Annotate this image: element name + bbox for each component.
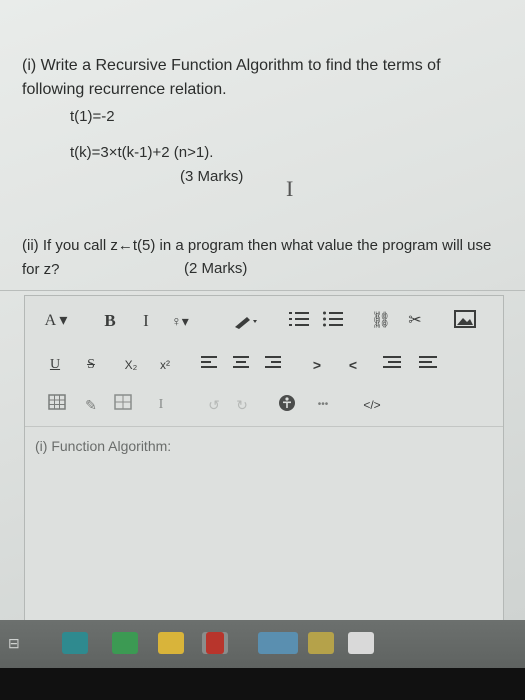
font-color-button[interactable]: ♀▾ (165, 310, 195, 332)
ltr-button[interactable] (417, 354, 439, 376)
html-source-button[interactable]: </> (359, 394, 385, 416)
taskbar-app-2[interactable] (112, 632, 138, 654)
bullet-list-button[interactable] (321, 310, 345, 332)
italic-button[interactable]: I (137, 310, 155, 332)
accessibility-icon (279, 395, 295, 411)
numbered-list-button[interactable] (287, 310, 311, 332)
superscript-button[interactable]: x² (153, 354, 177, 376)
font-label: A (44, 312, 56, 329)
chevron-right-icon: > (312, 357, 322, 373)
answer-editor[interactable]: A ▾ B I ♀▾ ⛓ ✂ U S X₂ x² > < ✎ I ↺ ↻ •••… (24, 295, 504, 627)
lightbulb-icon: ♀ (171, 313, 182, 329)
font-format-button[interactable]: A ▾ (39, 310, 73, 332)
bullet-list-icon (323, 311, 343, 327)
unlink-button[interactable]: ✂ (403, 310, 427, 332)
taskbar-app-1[interactable] (62, 632, 88, 654)
text-cursor-icon: I (286, 176, 294, 201)
link-button[interactable]: ⛓ (369, 310, 393, 332)
dropdown-arrow-icon: ▾ (55, 312, 68, 329)
align-right-icon (265, 356, 281, 368)
outdent-button[interactable]: < (345, 354, 361, 376)
subscript-button[interactable]: X₂ (119, 354, 143, 376)
task-view-icon[interactable]: ⊟ (8, 632, 32, 654)
taskbar-app-3[interactable] (158, 632, 184, 654)
page: (i) Write a Recursive Function Algorithm… (0, 0, 525, 627)
indent-button[interactable]: > (309, 354, 325, 376)
brush-icon (235, 317, 257, 329)
taskbar: ⊟ (0, 620, 525, 668)
bold-button[interactable]: B (99, 310, 121, 332)
clear-format-button[interactable]: I (153, 394, 169, 416)
marks-part-1: (3 Marks) (180, 168, 244, 185)
redo-button[interactable]: ↻ (233, 394, 251, 416)
insert-image-button[interactable] (453, 310, 477, 332)
chevron-left-icon: < (348, 357, 358, 373)
more-dots-icon: ••• (317, 399, 329, 410)
accessibility-button[interactable] (277, 394, 297, 416)
numbered-list-icon (289, 312, 309, 326)
align-center-icon (233, 356, 249, 368)
dropdown-arrow-icon: ▾ (181, 313, 189, 329)
recurrence: t(k)=3×t(k-1)+2 (n>1). (70, 144, 214, 161)
align-left-button[interactable] (199, 354, 219, 376)
text-direction-ltr-icon (419, 356, 437, 368)
text-direction-rtl-icon (383, 356, 401, 368)
marks-part-2: (2 Marks) (184, 260, 248, 277)
align-left-icon (201, 356, 217, 368)
editor-content[interactable]: (i) Function Algorithm: (35, 438, 171, 454)
base-case: t(1)=-2 (70, 108, 115, 125)
more-options-button[interactable]: ••• (313, 394, 333, 416)
taskbar-app-6[interactable] (258, 632, 298, 654)
table-properties-button[interactable] (113, 394, 133, 416)
taskbar-app-8[interactable] (348, 632, 374, 654)
undo-button[interactable]: ↺ (205, 394, 223, 416)
link-icon: ⛓ (370, 312, 392, 329)
editor-toolbar: A ▾ B I ♀▾ ⛓ ✂ U S X₂ x² > < ✎ I ↺ ↻ •••… (25, 296, 503, 427)
question-part-2: (ii) If you call z←t(5) in a program the… (22, 237, 492, 278)
align-center-button[interactable] (231, 354, 251, 376)
underline-button[interactable]: U (47, 354, 63, 376)
taskbar-app-7[interactable] (308, 632, 334, 654)
taskbar-app-5[interactable] (206, 632, 224, 654)
edit-button[interactable]: ✎ (81, 394, 101, 416)
pencil-icon: ✎ (85, 397, 97, 413)
screen-bezel (0, 668, 525, 700)
question-title: (i) Write a Recursive Function Algorithm… (22, 57, 441, 98)
clear-format-icon: I (158, 397, 164, 412)
highlight-button[interactable] (229, 310, 263, 332)
image-icon (454, 310, 476, 328)
rtl-button[interactable] (381, 354, 403, 376)
strikethrough-button[interactable]: S (83, 354, 99, 376)
align-right-button[interactable] (263, 354, 283, 376)
undo-icon: ↺ (208, 397, 220, 413)
redo-icon: ↻ (236, 397, 248, 413)
table-icon (48, 394, 66, 410)
question-panel: (i) Write a Recursive Function Algorithm… (0, 28, 525, 291)
unlink-icon: ✂ (408, 312, 422, 329)
insert-table-button[interactable] (47, 394, 67, 416)
table-grid-icon (114, 394, 132, 410)
